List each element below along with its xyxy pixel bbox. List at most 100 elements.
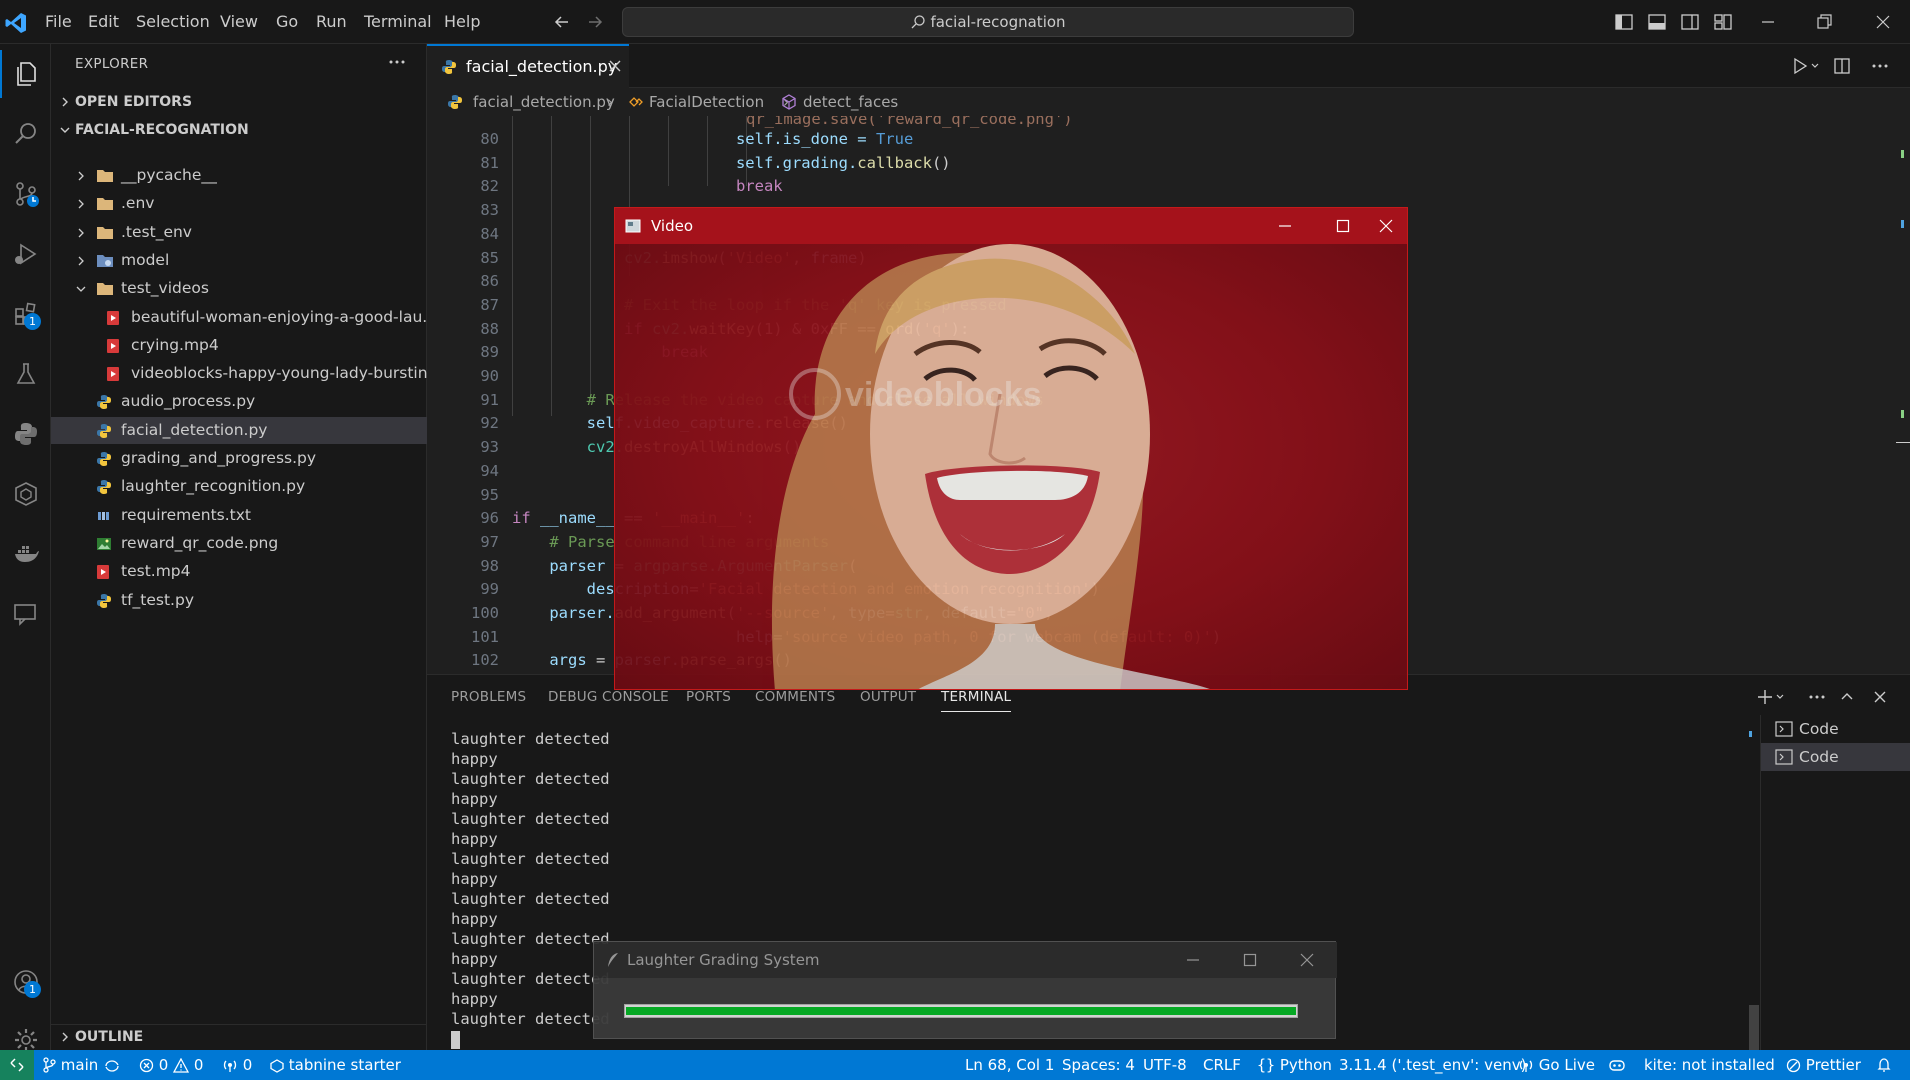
tree-item[interactable]: facial_detection.py xyxy=(51,416,427,444)
more-actions-icon[interactable] xyxy=(1871,58,1889,74)
video-window[interactable]: Video videoblocks xyxy=(614,207,1408,690)
close-icon[interactable] xyxy=(1363,208,1407,244)
cursor-position[interactable]: Ln 68, Col 1 xyxy=(965,1050,1054,1080)
search-icon[interactable] xyxy=(0,110,51,158)
minimize-icon[interactable] xyxy=(1170,942,1216,978)
remote-indicator-icon[interactable] xyxy=(0,1050,34,1080)
restore-icon[interactable] xyxy=(1814,12,1834,32)
account-icon[interactable]: 1 xyxy=(0,958,51,1006)
breadcrumb-class[interactable]: FacialDetection xyxy=(649,88,764,116)
tab-facial-detection[interactable]: facial_detection.py xyxy=(427,44,629,88)
menu-edit[interactable]: Edit xyxy=(88,12,119,31)
menu-view[interactable]: View xyxy=(220,12,258,31)
run-debug-icon[interactable] xyxy=(0,230,51,278)
menu-go[interactable]: Go xyxy=(276,12,298,31)
menu-terminal[interactable]: Terminal xyxy=(364,12,432,31)
docker-icon[interactable] xyxy=(0,530,51,578)
extensions-icon[interactable]: 1 xyxy=(0,290,51,338)
prettier-status[interactable]: Prettier xyxy=(1786,1050,1861,1080)
tab-ports[interactable]: PORTS xyxy=(686,689,731,705)
tree-item[interactable]: audio_process.py xyxy=(51,388,427,415)
indentation[interactable]: Spaces: 4 xyxy=(1062,1050,1135,1080)
source-control-icon[interactable] xyxy=(0,170,51,218)
problems-indicator[interactable]: 0 0 xyxy=(139,1050,203,1080)
tree-item[interactable]: test_videos xyxy=(51,275,427,302)
minimize-icon[interactable] xyxy=(1262,208,1308,244)
menu-help[interactable]: Help xyxy=(444,12,480,31)
split-editor-icon[interactable] xyxy=(1833,57,1851,75)
python-icon[interactable] xyxy=(0,410,51,458)
ports-indicator[interactable]: 0 xyxy=(222,1050,252,1080)
command-center-search[interactable]: facial-recognation xyxy=(622,7,1354,37)
maximize-icon[interactable] xyxy=(1320,208,1366,244)
tree-item[interactable]: tf_test.py xyxy=(51,587,427,614)
back-arrow-icon[interactable] xyxy=(552,12,572,32)
close-panel-icon[interactable] xyxy=(1872,689,1888,705)
tree-item[interactable]: videoblocks-happy-young-lady-burstin... xyxy=(51,360,427,387)
run-python-icon[interactable] xyxy=(1792,57,1820,75)
terminal-output[interactable]: laughter detected happy laughter detected h… xyxy=(451,729,610,1029)
tab-output[interactable]: OUTPUT xyxy=(860,689,916,705)
video-window-titlebar[interactable]: Video xyxy=(615,208,1407,244)
menu-selection[interactable]: Selection xyxy=(136,12,210,31)
chat-icon[interactable] xyxy=(0,590,51,638)
tabnine-indicator[interactable]: tabnine starter xyxy=(270,1050,401,1080)
outline-section[interactable]: OUTLINE xyxy=(51,1024,427,1048)
forward-arrow-icon[interactable] xyxy=(585,12,605,32)
tab-problems[interactable]: PROBLEMS xyxy=(451,689,526,705)
copilot-icon[interactable] xyxy=(1607,1050,1627,1080)
tree-item[interactable]: .env xyxy=(51,190,427,217)
tab-debug-console[interactable]: DEBUG CONSOLE xyxy=(548,689,669,705)
minimize-icon[interactable] xyxy=(1758,12,1778,32)
scrollbar-thumb[interactable] xyxy=(1896,442,1910,443)
menu-run[interactable]: Run xyxy=(316,12,347,31)
more-actions-icon[interactable] xyxy=(388,54,406,70)
remote-explorer-icon[interactable] xyxy=(0,470,51,518)
tab-terminal[interactable]: TERMINAL xyxy=(941,689,1012,712)
close-tab-icon[interactable] xyxy=(608,59,622,73)
kite-status[interactable]: kite: not installed xyxy=(1644,1050,1775,1080)
close-icon[interactable] xyxy=(1284,942,1330,978)
toggle-secondary-sidebar-icon[interactable] xyxy=(1680,12,1700,32)
maximize-icon[interactable] xyxy=(1227,942,1273,978)
maximize-panel-icon[interactable] xyxy=(1839,689,1855,705)
language-mode[interactable]: {} Python xyxy=(1257,1050,1332,1080)
tree-item[interactable]: model xyxy=(51,247,427,274)
testing-icon[interactable] xyxy=(0,350,51,398)
close-icon[interactable] xyxy=(1873,12,1893,32)
new-terminal-icon[interactable] xyxy=(1757,689,1787,705)
project-section[interactable]: FACIAL-RECOGNATION xyxy=(51,118,427,142)
tree-item[interactable]: requirements.txt xyxy=(51,502,427,529)
terminal-item[interactable]: Code xyxy=(1761,715,1910,743)
python-interpreter[interactable]: 3.11.4 ('.test_env': venv) xyxy=(1339,1050,1526,1080)
more-actions-icon[interactable] xyxy=(1808,689,1826,705)
explorer-icon[interactable] xyxy=(0,50,51,98)
line-number: 82 xyxy=(480,177,499,196)
go-live-button[interactable]: Go Live xyxy=(1518,1050,1595,1080)
tree-item[interactable]: .test_env xyxy=(51,219,427,246)
line-ending[interactable]: CRLF xyxy=(1203,1050,1241,1080)
grading-window-titlebar[interactable]: Laughter Grading System xyxy=(594,942,1337,978)
breadcrumb-method[interactable]: detect_faces xyxy=(803,88,898,116)
tree-item[interactable]: crying.mp4 xyxy=(51,332,427,359)
notifications-bell-icon[interactable] xyxy=(1876,1050,1892,1080)
toggle-primary-sidebar-icon[interactable] xyxy=(1614,12,1634,32)
tree-item[interactable]: beautiful-woman-enjoying-a-good-lau... xyxy=(51,304,427,331)
tree-item[interactable]: grading_and_progress.py xyxy=(51,445,427,472)
toggle-panel-icon[interactable] xyxy=(1647,12,1667,32)
laughter-grading-window[interactable]: Laughter Grading System xyxy=(593,941,1337,1039)
menu-file[interactable]: File xyxy=(45,12,72,31)
tree-item[interactable]: laughter_recognition.py xyxy=(51,473,427,500)
terminal-line: happy xyxy=(451,830,498,848)
customize-layout-icon[interactable] xyxy=(1713,12,1733,32)
tree-item[interactable]: __pycache__ xyxy=(51,162,427,189)
encoding[interactable]: UTF-8 xyxy=(1143,1050,1187,1080)
open-editors-section[interactable]: OPEN EDITORS xyxy=(51,90,427,114)
branch-indicator[interactable]: main xyxy=(42,1050,121,1080)
tab-comments[interactable]: COMMENTS xyxy=(755,689,835,705)
tree-item[interactable]: test.mp4 xyxy=(51,558,427,585)
breadcrumb-file[interactable]: facial_detection.py xyxy=(473,88,615,116)
tree-item[interactable]: reward_qr_code.png xyxy=(51,530,427,557)
terminal-item[interactable]: Code xyxy=(1761,743,1910,771)
terminal-scrollbar[interactable] xyxy=(1749,1005,1759,1051)
